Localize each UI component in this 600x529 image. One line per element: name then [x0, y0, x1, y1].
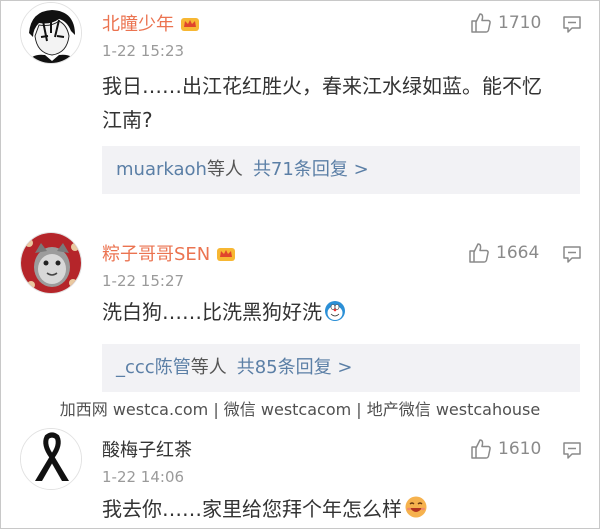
timestamp: 1-22 15:23	[102, 42, 185, 60]
username-link[interactable]: 粽子哥哥SEN	[102, 240, 236, 266]
comment-icon	[563, 246, 581, 263]
like-count: 1664	[496, 243, 540, 263]
timestamp: 1-22 14:06	[102, 468, 185, 486]
like-button[interactable]: 1610	[470, 436, 541, 462]
comment-icon	[563, 16, 581, 33]
crown-badge-icon	[180, 16, 200, 32]
username[interactable]: 酸梅子红茶	[102, 440, 192, 461]
like-count: 1610	[498, 439, 542, 459]
username[interactable]: 北瞳少年	[102, 14, 174, 35]
reply-summary[interactable]: muarkaoh等人 共71条回复 >	[102, 146, 580, 194]
laughing-emoji-icon	[404, 495, 428, 529]
black-ribbon-icon	[21, 429, 81, 489]
reply-user-link[interactable]: _ccc陈管	[116, 357, 191, 378]
reply-others-label: 等人	[190, 357, 227, 378]
like-button[interactable]: 1710	[470, 10, 541, 36]
username-link[interactable]: 北瞳少年	[102, 10, 200, 36]
username[interactable]: 粽子哥哥SEN	[102, 244, 210, 265]
like-button[interactable]: 1664	[468, 240, 539, 266]
comment-text-line: 江南?	[102, 108, 153, 132]
view-replies-link[interactable]: 共85条回复 >	[237, 357, 353, 378]
avatar[interactable]	[20, 428, 82, 490]
thumbs-up-icon	[469, 243, 489, 263]
reply-summary[interactable]: _ccc陈管等人 共85条回复 >	[102, 344, 580, 392]
watermark: 加西网 westca.com | 微信 westcacom | 地产微信 wes…	[59, 400, 541, 419]
avatar[interactable]	[20, 232, 82, 294]
doraemon-emoji-icon	[324, 298, 346, 332]
comment-text: 我日……出江花红胜火，春来江水绿如蓝。能不忆 江南?	[102, 69, 542, 137]
comment-text-line: 我去你……家里给您拜个年怎么样	[102, 497, 402, 521]
reply-others-label: 等人	[206, 159, 243, 180]
reply-user-link[interactable]: muarkaoh	[116, 159, 207, 180]
comment-text: 我去你……家里给您拜个年怎么样	[102, 492, 428, 529]
reply-button[interactable]	[561, 439, 583, 465]
comment-text-line: 我日……出江花红胜火，春来江水绿如蓝。能不忆	[102, 74, 542, 98]
like-count: 1710	[498, 13, 542, 33]
thumbs-up-icon	[471, 13, 491, 33]
comment-text: 洗白狗……比洗黑狗好洗	[102, 295, 346, 332]
thumbs-up-icon	[471, 439, 491, 459]
reply-button[interactable]	[561, 13, 583, 39]
reply-button[interactable]	[561, 243, 583, 269]
view-replies-link[interactable]: 共71条回复 >	[253, 159, 369, 180]
comment-text-line: 洗白狗……比洗黑狗好洗	[102, 300, 322, 324]
crown-badge-icon	[216, 246, 236, 262]
username-link[interactable]: 酸梅子红茶	[102, 436, 192, 462]
comment-icon	[563, 442, 581, 459]
avatar[interactable]	[20, 2, 82, 64]
timestamp: 1-22 15:27	[102, 272, 185, 290]
